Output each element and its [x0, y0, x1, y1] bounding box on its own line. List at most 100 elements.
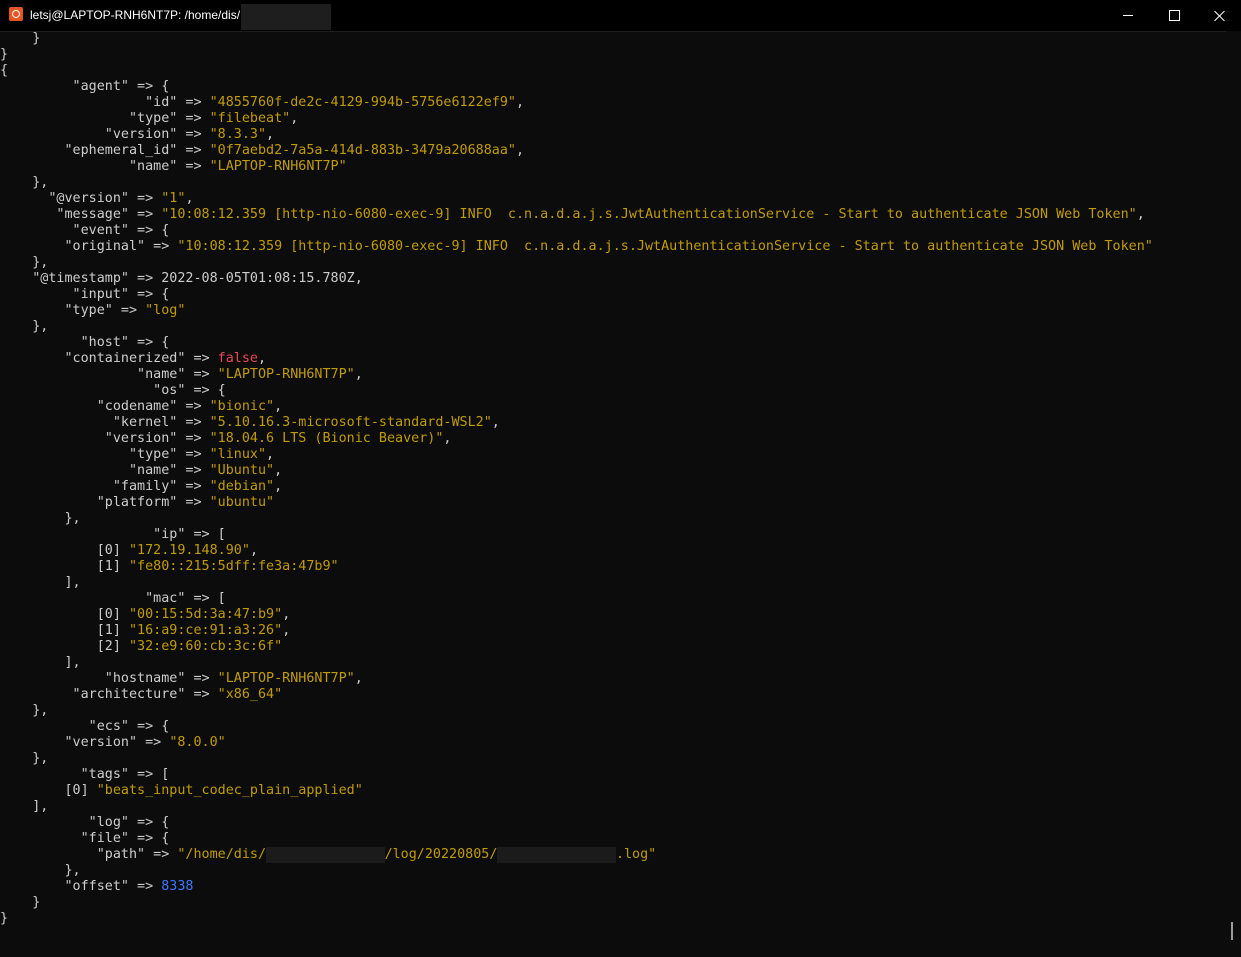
terminal-text: , [249, 543, 258, 558]
terminal-text: "containerized" => [0, 351, 218, 366]
terminal-line: }, [0, 751, 1200, 767]
terminal-line: [0] "172.19.148.90", [0, 543, 1200, 559]
terminal-text: "log" => { [0, 815, 170, 830]
terminal-line: "platform" => "ubuntu" [0, 495, 1200, 511]
terminal-text: [0] [0, 783, 97, 798]
terminal-text: , [274, 463, 283, 478]
terminal-text: , [282, 623, 291, 638]
terminal-line: "containerized" => false, [0, 351, 1200, 367]
terminal-text: ], [0, 799, 49, 814]
terminal-text: ], [0, 575, 81, 590]
string-value: "5.10.16.3-microsoft-standard-WSL2" [209, 415, 492, 430]
terminal-text: , [266, 447, 275, 462]
terminal-text: }, [0, 751, 49, 766]
terminal-text: }, [0, 863, 81, 878]
terminal-text: ], [0, 655, 81, 670]
terminal-text: , [266, 127, 275, 142]
maximize-button[interactable] [1151, 0, 1197, 31]
string-value: "8.0.0" [169, 735, 226, 750]
terminal-line: }, [0, 703, 1200, 719]
ubuntu-terminal-icon [9, 7, 23, 21]
terminal-text: "tags" => [ [0, 767, 170, 782]
terminal-line: "original" => "10:08:12.359 [http-nio-60… [0, 239, 1200, 255]
terminal-text: , [515, 143, 525, 158]
terminal-output[interactable]: }}{ "agent" => { "id" => "4855760f-de2c-… [0, 31, 1226, 957]
terminal-line: [1] "16:a9:ce:91:a3:26", [0, 623, 1200, 639]
string-value: "ubuntu" [209, 495, 275, 510]
terminal-line: }, [0, 863, 1200, 879]
terminal-line: } [0, 47, 1200, 63]
string-value: "filebeat" [209, 111, 291, 126]
terminal-text: [1] [0, 559, 129, 574]
string-value: "fe80::215:5dff:fe3a:47b9" [129, 559, 339, 574]
terminal-text: }, [0, 175, 49, 190]
string-value: "00:15:5d:3a:47:b9" [129, 607, 283, 622]
string-value: "10:08:12.359 [http-nio-6080-exec-9] INF… [161, 207, 1137, 222]
maximize-icon [1168, 10, 1180, 21]
terminal-text: "file" => { [0, 831, 170, 846]
terminal-text: { [0, 63, 9, 78]
terminal-line: "name" => "LAPTOP-RNH6NT7P", [0, 367, 1200, 383]
terminal-text: } [0, 911, 9, 926]
terminal-line: "kernel" => "5.10.16.3-microsoft-standar… [0, 415, 1200, 431]
terminal-line: "path" => "/home/dis/ /log/20220805/ .log" [0, 847, 1200, 863]
terminal-line: "type" => "linux", [0, 447, 1200, 463]
redacted-block [266, 847, 385, 863]
terminal-text: , [274, 399, 283, 414]
boolean-value: false [217, 351, 258, 366]
terminal-line: "family" => "debian", [0, 479, 1200, 495]
terminal-text: "host" => { [0, 335, 170, 350]
string-value: "32:e9:60:cb:3c:6f" [129, 639, 283, 654]
terminal-text: , [257, 351, 267, 366]
string-value: "4855760f-de2c-4129-994b-5756e6122ef9" [209, 95, 516, 110]
terminal-text: "family" => [0, 479, 210, 494]
terminal-text: "codename" => [0, 399, 210, 414]
terminal-text: , [185, 191, 194, 206]
minimize-icon [1123, 15, 1133, 16]
string-value: "debian" [209, 479, 275, 494]
terminal-line: "ip" => [ [0, 527, 1200, 543]
terminal-text: "type" => [0, 447, 210, 462]
string-value: "bionic" [209, 399, 275, 414]
title-bar[interactable]: letsj@LAPTOP-RNH6NT7P: /home/dis/ [0, 0, 1241, 32]
terminal-line: }, [0, 255, 1200, 271]
terminal-line: } [0, 911, 1200, 927]
terminal-text: , [443, 431, 452, 446]
terminal-line: "mac" => [ [0, 591, 1200, 607]
terminal-text: }, [0, 511, 81, 526]
terminal-line: "host" => { [0, 335, 1200, 351]
terminal-text: "hostname" => [0, 671, 218, 686]
terminal-text: "kernel" => [0, 415, 210, 430]
terminal-line: "message" => "10:08:12.359 [http-nio-608… [0, 207, 1200, 223]
string-value: "/home/dis/ [177, 847, 267, 862]
terminal-line: "hostname" => "LAPTOP-RNH6NT7P", [0, 671, 1200, 687]
terminal-text: "version" => [0, 431, 210, 446]
terminal-line: ], [0, 799, 1200, 815]
close-button[interactable] [1197, 0, 1241, 31]
terminal-text: "original" => [0, 239, 178, 254]
terminal-line: [1] "fe80::215:5dff:fe3a:47b9" [0, 559, 1200, 575]
terminal-text: "platform" => [0, 495, 210, 510]
minimize-button[interactable] [1105, 0, 1151, 31]
redacted-block [241, 4, 331, 30]
terminal-line: "name" => "LAPTOP-RNH6NT7P" [0, 159, 1200, 175]
terminal-text: }, [0, 319, 49, 334]
terminal-text: "name" => [0, 367, 218, 382]
terminal-line: "log" => { [0, 815, 1200, 831]
terminal-text: , [290, 111, 299, 126]
terminal-line: "@timestamp" => 2022-08-05T01:08:15.780Z… [0, 271, 1200, 287]
terminal-text: , [491, 415, 500, 430]
terminal-line: ], [0, 575, 1200, 591]
scrollbar-thumb[interactable] [1231, 922, 1233, 940]
terminal-line: { [0, 63, 1200, 79]
terminal-line: }, [0, 175, 1200, 191]
string-value: "0f7aebd2-7a5a-414d-883b-3479a20688aa" [209, 143, 516, 158]
terminal-text: "name" => [0, 159, 210, 174]
scrollbar[interactable] [1226, 31, 1241, 957]
terminal-text: "offset" => [0, 879, 162, 894]
terminal-text: "version" => [0, 735, 170, 750]
terminal-text: } [0, 47, 9, 62]
string-value: "10:08:12.359 [http-nio-6080-exec-9] INF… [177, 239, 1153, 254]
terminal-line: "type" => "log" [0, 303, 1200, 319]
